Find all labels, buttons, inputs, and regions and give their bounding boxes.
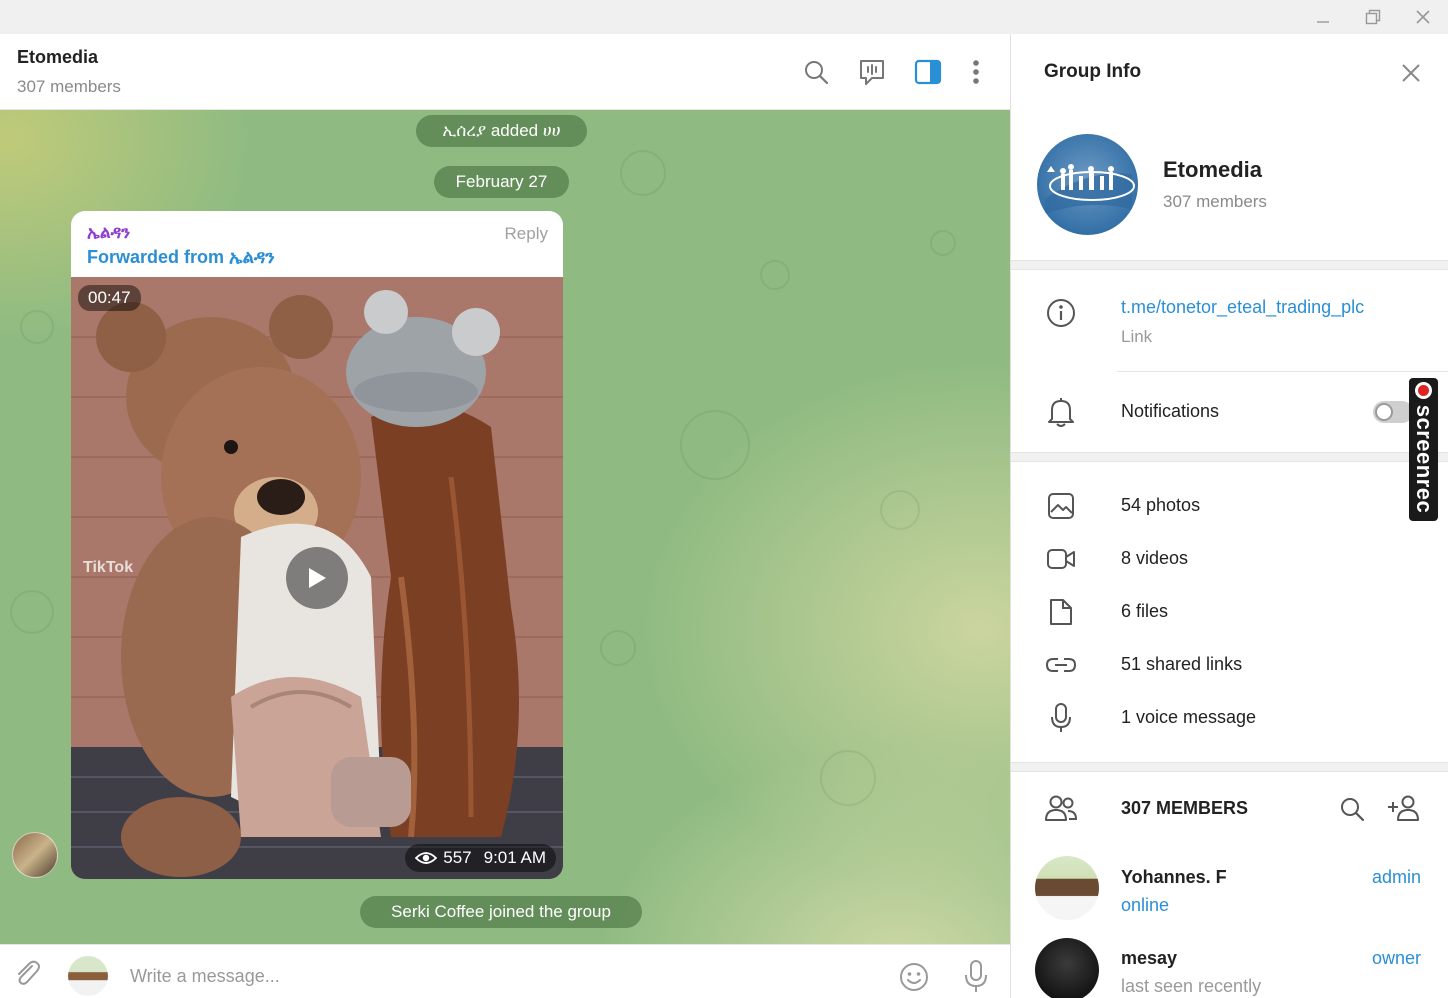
message-input[interactable]: Write a message... bbox=[130, 966, 280, 987]
panel-title: Group Info bbox=[1044, 61, 1142, 82]
microphone-icon[interactable] bbox=[961, 959, 991, 993]
close-panel-icon[interactable] bbox=[1396, 58, 1426, 88]
wallpaper-doodle bbox=[10, 590, 54, 634]
photo-icon bbox=[1044, 489, 1078, 523]
reply-button[interactable]: Reply bbox=[505, 224, 548, 244]
service-message-added: ኢሰረያ added ሀሀ bbox=[416, 115, 587, 147]
view-count: 557 bbox=[443, 848, 472, 867]
section-separator bbox=[1011, 260, 1448, 270]
notifications-toggle[interactable] bbox=[1373, 401, 1413, 423]
member-role-badge: admin bbox=[1371, 867, 1421, 887]
row-divider bbox=[1117, 371, 1448, 372]
forwarded-from-label[interactable]: Forwarded from ኤልዳን bbox=[87, 247, 275, 268]
send-as-avatar[interactable] bbox=[68, 956, 108, 996]
attach-icon[interactable] bbox=[12, 958, 42, 988]
group-avatar[interactable] bbox=[1037, 134, 1138, 235]
file-icon bbox=[1044, 595, 1078, 629]
more-vert-icon[interactable] bbox=[960, 56, 992, 88]
window-title-bar bbox=[0, 0, 1448, 34]
message-time: 9:01 AM bbox=[483, 848, 546, 867]
minimize-icon[interactable] bbox=[1298, 0, 1348, 34]
wallpaper-doodle bbox=[820, 750, 876, 806]
member-status: last seen recently bbox=[1121, 976, 1262, 996]
group-name: Etomedia bbox=[1163, 157, 1263, 182]
video-thumbnail[interactable]: TikTok 00:47 557 9:01 AM bbox=[71, 277, 563, 879]
section-separator bbox=[1011, 452, 1448, 462]
media-videos[interactable]: 8 videos bbox=[1121, 548, 1188, 569]
chat-title[interactable]: Etomedia bbox=[17, 47, 98, 68]
member-name[interactable]: mesay bbox=[1121, 948, 1177, 969]
wallpaper-doodle bbox=[930, 230, 956, 256]
link-icon bbox=[1044, 648, 1078, 682]
member-name[interactable]: Yohannes. F bbox=[1121, 867, 1227, 888]
wallpaper-doodle bbox=[680, 410, 750, 480]
search-members-icon[interactable] bbox=[1339, 796, 1365, 822]
group-member-count: 307 members bbox=[1163, 192, 1267, 211]
group-link[interactable]: t.me/tonetor_eteal_trading_plc bbox=[1121, 297, 1364, 318]
date-divider: February 27 bbox=[434, 166, 569, 198]
media-voice[interactable]: 1 voice message bbox=[1121, 707, 1256, 728]
wallpaper-doodle bbox=[620, 150, 666, 196]
wallpaper-doodle bbox=[20, 310, 54, 344]
video-duration: 00:47 bbox=[78, 285, 141, 311]
member-status: online bbox=[1121, 895, 1170, 915]
chat-header[interactable]: Etomedia 307 members bbox=[0, 34, 1010, 110]
section-separator bbox=[1011, 762, 1448, 772]
microphone-icon bbox=[1044, 701, 1078, 735]
sender-avatar[interactable] bbox=[12, 832, 58, 878]
chat-messages-area[interactable]: ኢሰረያ added ሀሀ February 27 ኤልዳን Forwarded… bbox=[0, 110, 1010, 944]
message-meta: 557 9:01 AM bbox=[405, 844, 556, 872]
chat-member-count[interactable]: 307 members bbox=[17, 77, 121, 97]
record-icon bbox=[1415, 382, 1432, 399]
member-avatar[interactable] bbox=[1035, 938, 1099, 998]
info-icon bbox=[1044, 296, 1078, 330]
members-count-header: 307 MEMBERS bbox=[1121, 798, 1249, 818]
forwarded-video-message[interactable]: ኤልዳን Forwarded from ኤልዳን Reply TikTok 00… bbox=[71, 211, 563, 879]
member-role-badge: owner bbox=[1371, 948, 1421, 968]
group-link-caption: Link bbox=[1121, 327, 1153, 346]
service-message-joined: Serki Coffee joined the group bbox=[360, 896, 642, 928]
emoji-icon[interactable] bbox=[898, 961, 930, 993]
recorder-label: screenrec bbox=[1412, 404, 1437, 514]
media-photos[interactable]: 54 photos bbox=[1121, 495, 1200, 516]
bell-icon bbox=[1044, 395, 1078, 429]
message-sender-name[interactable]: ኤልዳን bbox=[87, 223, 130, 243]
search-icon[interactable] bbox=[800, 56, 832, 88]
message-composer[interactable]: Write a message... bbox=[0, 944, 1010, 998]
toggle-knob bbox=[1375, 403, 1393, 421]
media-files[interactable]: 6 files bbox=[1121, 601, 1168, 622]
wallpaper-doodle bbox=[760, 260, 790, 290]
play-button[interactable] bbox=[286, 547, 348, 609]
media-links[interactable]: 51 shared links bbox=[1121, 654, 1242, 675]
notifications-label: Notifications bbox=[1121, 401, 1220, 421]
video-icon bbox=[1044, 542, 1078, 576]
add-member-icon[interactable] bbox=[1386, 794, 1420, 822]
screen-recorder-widget[interactable]: screenrec bbox=[1409, 378, 1438, 521]
restore-icon[interactable] bbox=[1348, 0, 1398, 34]
member-avatar[interactable] bbox=[1035, 856, 1099, 920]
members-icon bbox=[1044, 791, 1078, 825]
views-eye-icon bbox=[415, 852, 438, 864]
group-logo-icon bbox=[1045, 164, 1135, 214]
sidebar-toggle-icon[interactable] bbox=[912, 56, 944, 88]
tiktok-watermark: TikTok bbox=[83, 559, 133, 576]
group-info-panel: Group Info Etomedia 307 members t.me/ton… bbox=[1011, 34, 1448, 998]
close-icon[interactable] bbox=[1398, 0, 1448, 34]
wallpaper-doodle bbox=[600, 630, 636, 666]
play-icon bbox=[309, 568, 326, 588]
voice-chat-icon[interactable] bbox=[856, 56, 888, 88]
wallpaper-doodle bbox=[880, 490, 920, 530]
